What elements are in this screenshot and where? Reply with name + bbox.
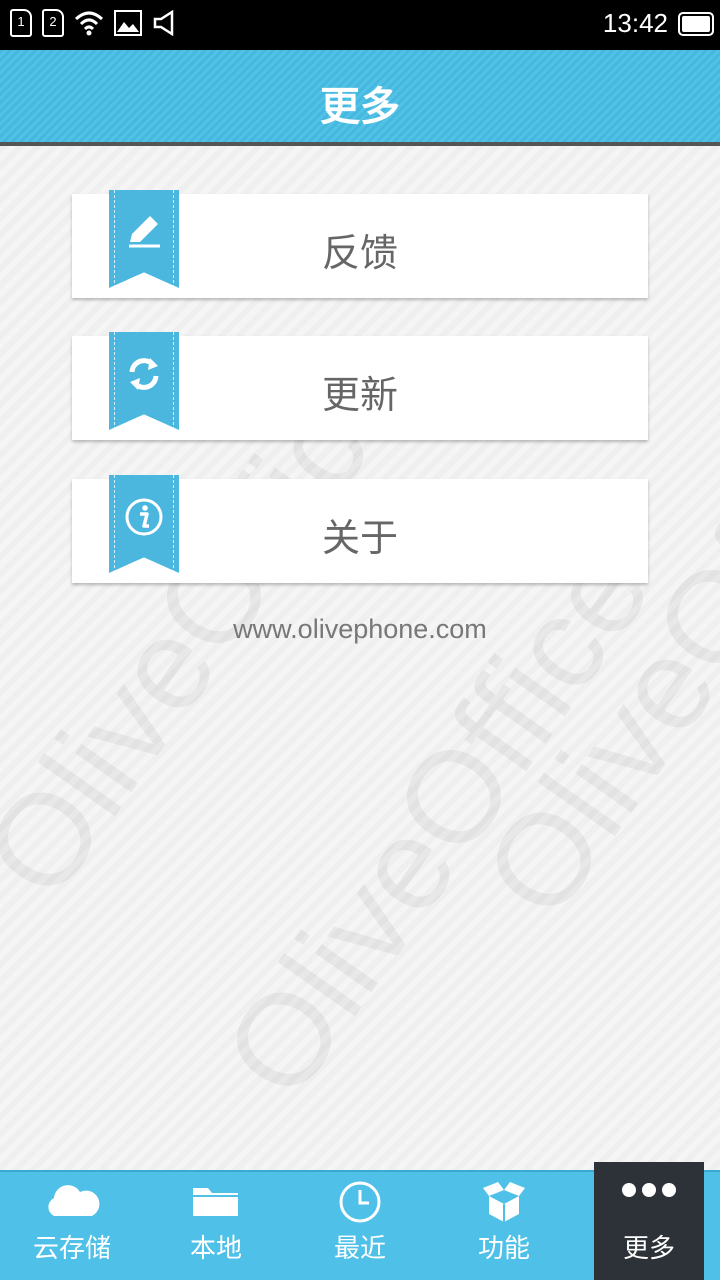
menu-item-feedback[interactable]: 反馈 (72, 190, 648, 298)
menu-item-update[interactable]: 更新 (72, 332, 648, 440)
nav-tab-features[interactable]: 功能 (432, 1172, 576, 1280)
menu-item-about[interactable]: 关于 (72, 475, 648, 583)
wifi-icon (74, 11, 104, 36)
sim2-icon: 2 (42, 9, 64, 37)
content-area: OliveOffice OliveOffice OliveOffice 反馈 更… (0, 146, 720, 1170)
nav-tab-more[interactable]: 更多 (594, 1162, 704, 1280)
folder-icon (193, 1188, 238, 1216)
box-icon (483, 1182, 525, 1222)
watermark: OliveOffice (195, 519, 679, 1123)
nav-tab-cloud[interactable]: 云存储 (0, 1172, 144, 1280)
nav-label: 更多 (622, 1234, 675, 1264)
nav-label: 本地 (189, 1234, 242, 1264)
status-bar: 1 2 13:42 (0, 0, 720, 50)
nav-tab-recent[interactable]: 最近 (288, 1172, 432, 1280)
status-icons-left: 1 2 (10, 9, 178, 37)
nav-tab-local[interactable]: 本地 (144, 1172, 288, 1280)
sim1-icon: 1 (10, 9, 32, 37)
bottom-nav: 云存储 本地 最近 功能 更多 (0, 1162, 720, 1280)
menu-item-label: 关于 (321, 516, 398, 560)
page-title: 更多 (320, 84, 400, 130)
more-dots-icon (622, 1183, 676, 1197)
nav-label: 最近 (333, 1234, 386, 1264)
image-notification-icon (114, 10, 142, 36)
website-link[interactable]: www.olivephone.com (0, 614, 720, 645)
title-bar: 更多 (0, 50, 720, 146)
menu-item-label: 更新 (321, 373, 398, 417)
menu-item-label: 反馈 (321, 231, 398, 275)
nav-label: 云存储 (32, 1234, 111, 1264)
status-time: 13:42 (602, 8, 668, 38)
battery-icon (678, 12, 714, 36)
nav-label: 功能 (477, 1234, 530, 1264)
clock-icon (339, 1181, 381, 1223)
cloud-icon (48, 1185, 100, 1216)
speaker-icon (153, 10, 174, 36)
